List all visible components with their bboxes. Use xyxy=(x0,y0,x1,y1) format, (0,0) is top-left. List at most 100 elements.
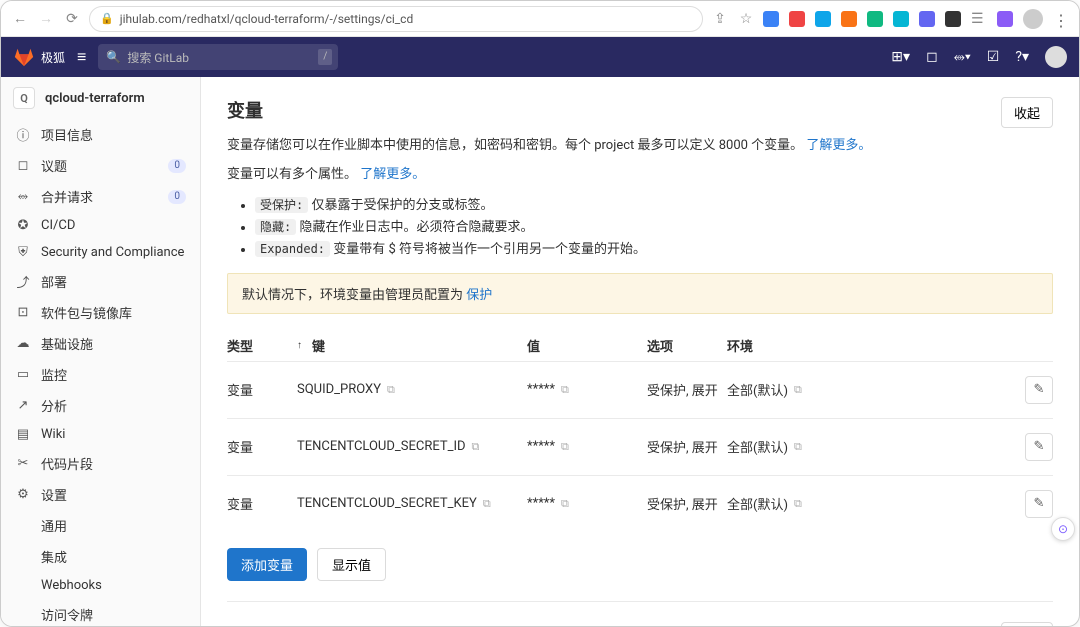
copy-icon[interactable]: ⧉ xyxy=(472,440,480,454)
profile-avatar[interactable] xyxy=(1023,9,1043,29)
sidebar-item-deploy[interactable]: ⤴部署 xyxy=(1,266,200,297)
ext-icon[interactable] xyxy=(867,11,883,27)
sort-icon: ↑ xyxy=(297,340,302,351)
browser-menu[interactable]: ⋮ xyxy=(1053,11,1069,27)
url-bar[interactable]: 🔒 jihulab.com/redhatxl/qcloud-terraform/… xyxy=(89,6,703,32)
rocket-icon: ✪ xyxy=(15,218,31,233)
project-name: qcloud-terraform xyxy=(45,91,145,106)
copy-icon[interactable]: ⧉ xyxy=(794,497,802,511)
package-icon: ⊡ xyxy=(15,305,31,320)
section-desc: 变量存储您可以在作业脚本中使用的信息，如密码和密钥。每个 project 最多可… xyxy=(227,136,1053,157)
table-row: 变量TENCENTCLOUD_SECRET_KEY ⧉***** ⧉受保护, 展… xyxy=(227,475,1053,532)
back-button[interactable]: ← xyxy=(11,10,29,28)
col-env: 环境 xyxy=(727,336,827,355)
search-shortcut: / xyxy=(318,49,332,65)
ext-icon[interactable] xyxy=(815,11,831,27)
var-env: 全部(默认) ⧉ xyxy=(727,437,827,456)
learn-more-link[interactable]: 了解更多。 xyxy=(360,167,425,182)
var-options: 受保护, 展开 xyxy=(647,494,727,513)
reveal-values-button[interactable]: 显示值 xyxy=(317,548,386,581)
expand-button[interactable]: 展开 xyxy=(1001,622,1053,626)
col-key[interactable]: ↑键 xyxy=(297,336,527,355)
edit-button[interactable]: ✎ xyxy=(1025,376,1053,404)
scissors-icon: ✂ xyxy=(15,456,31,471)
info-icon: ⓘ xyxy=(15,125,31,144)
col-options: 选项 xyxy=(647,336,727,355)
todos-icon[interactable]: ☑ xyxy=(987,49,1000,65)
search-input[interactable]: 🔍 搜索 GitLab / xyxy=(98,44,338,70)
copy-icon[interactable]: ⧉ xyxy=(561,440,569,454)
chart-icon: ↗ xyxy=(15,398,31,413)
col-type: 类型 xyxy=(227,336,297,355)
project-avatar: Q xyxy=(13,87,35,109)
sidebar-item-cicd[interactable]: ✪CI/CD xyxy=(1,212,200,239)
gitlab-header: 极狐 ≡ 🔍 搜索 GitLab / ⊞▾ ◻ ⥈▾ ☑ ?▾ xyxy=(1,37,1079,77)
var-options: 受保护, 展开 xyxy=(647,437,727,456)
sidebar-item-analytics[interactable]: ↗分析 xyxy=(1,390,200,421)
issues-icon[interactable]: ◻ xyxy=(926,49,938,65)
help-icon[interactable]: ?▾ xyxy=(1015,49,1029,65)
reload-button[interactable]: ⟳ xyxy=(63,10,81,28)
learn-more-link[interactable]: 了解更多。 xyxy=(806,138,871,153)
col-value: 值 xyxy=(527,336,647,355)
info-alert: 默认情况下，环境变量由管理员配置为 保护 xyxy=(227,273,1053,314)
project-header[interactable]: Q qcloud-terraform xyxy=(1,77,200,119)
edit-button[interactable]: ✎ xyxy=(1025,490,1053,518)
copy-icon[interactable]: ⧉ xyxy=(561,383,569,397)
sidebar-item-settings[interactable]: ⚙设置 xyxy=(1,479,200,510)
mr-icon[interactable]: ⥈▾ xyxy=(954,49,971,65)
edit-button[interactable]: ✎ xyxy=(1025,433,1053,461)
add-variable-button[interactable]: 添加变量 xyxy=(227,548,307,581)
book-icon: ▤ xyxy=(15,427,31,442)
sidebar-item-packages[interactable]: ⊡软件包与镜像库 xyxy=(1,297,200,328)
browser-toolbar: ← → ⟳ 🔒 jihulab.com/redhatxl/qcloud-terr… xyxy=(1,1,1079,37)
copy-icon[interactable]: ⧉ xyxy=(794,440,802,454)
sidebar-sub-integrations[interactable]: 集成 xyxy=(1,541,200,572)
copy-icon[interactable]: ⧉ xyxy=(794,383,802,397)
forward-button[interactable]: → xyxy=(37,10,55,28)
ext-icon[interactable] xyxy=(841,11,857,27)
reading-list-icon[interactable]: ☰ xyxy=(971,11,987,27)
triggers-title: 流水线触发器 xyxy=(227,622,335,626)
var-type: 变量 xyxy=(227,437,297,456)
brand-logo[interactable]: 极狐 xyxy=(13,46,65,68)
ext-icon[interactable] xyxy=(919,11,935,27)
var-value: ***** ⧉ xyxy=(527,496,647,511)
var-type: 变量 xyxy=(227,494,297,513)
sidebar-item-snippets[interactable]: ✂代码片段 xyxy=(1,448,200,479)
sidebar-item-wiki[interactable]: ▤Wiki xyxy=(1,421,200,448)
infra-icon: ☁ xyxy=(15,336,31,351)
sidebar-item-issues[interactable]: ◻议题0 xyxy=(1,150,200,181)
sidebar-item-infra[interactable]: ☁基础设施 xyxy=(1,328,200,359)
sidebar-item-info[interactable]: ⓘ项目信息 xyxy=(1,119,200,150)
var-value: ***** ⧉ xyxy=(527,439,647,454)
table-row: 变量TENCENTCLOUD_SECRET_ID ⧉***** ⧉受保护, 展开… xyxy=(227,418,1053,475)
sidebar-sub-webhooks[interactable]: Webhooks xyxy=(1,572,200,599)
user-avatar[interactable] xyxy=(1045,46,1067,68)
ext-icon[interactable] xyxy=(945,11,961,27)
sidebar-item-security[interactable]: ⛨Security and Compliance xyxy=(1,239,200,266)
ext-icon[interactable] xyxy=(893,11,909,27)
var-options: 受保护, 展开 xyxy=(647,380,727,399)
gear-icon: ⚙ xyxy=(15,487,31,502)
gitlab-icon xyxy=(13,46,35,68)
star-icon[interactable]: ☆ xyxy=(737,10,755,28)
sidebar-item-monitor[interactable]: ▭监控 xyxy=(1,359,200,390)
lock-icon: 🔒 xyxy=(100,12,114,25)
ext-icon[interactable] xyxy=(997,11,1013,27)
ext-icon[interactable] xyxy=(763,11,779,27)
copy-icon[interactable]: ⧉ xyxy=(561,497,569,511)
plus-icon[interactable]: ⊞▾ xyxy=(891,49,910,65)
menu-icon[interactable]: ≡ xyxy=(77,47,86,67)
collapse-button[interactable]: 收起 xyxy=(1001,97,1053,128)
sidebar-sub-general[interactable]: 通用 xyxy=(1,510,200,541)
copy-icon[interactable]: ⧉ xyxy=(483,497,491,511)
sidebar-item-mr[interactable]: ⥈合并请求0 xyxy=(1,181,200,212)
floating-widget[interactable]: ⊙ xyxy=(1051,517,1075,541)
share-icon[interactable]: ⇪ xyxy=(711,10,729,28)
ext-icon[interactable] xyxy=(789,11,805,27)
sidebar-sub-tokens[interactable]: 访问令牌 xyxy=(1,599,200,626)
protect-link[interactable]: 保护 xyxy=(466,288,492,303)
copy-icon[interactable]: ⧉ xyxy=(387,383,395,397)
table-row: 变量SQUID_PROXY ⧉***** ⧉受保护, 展开全部(默认) ⧉✎ xyxy=(227,361,1053,418)
